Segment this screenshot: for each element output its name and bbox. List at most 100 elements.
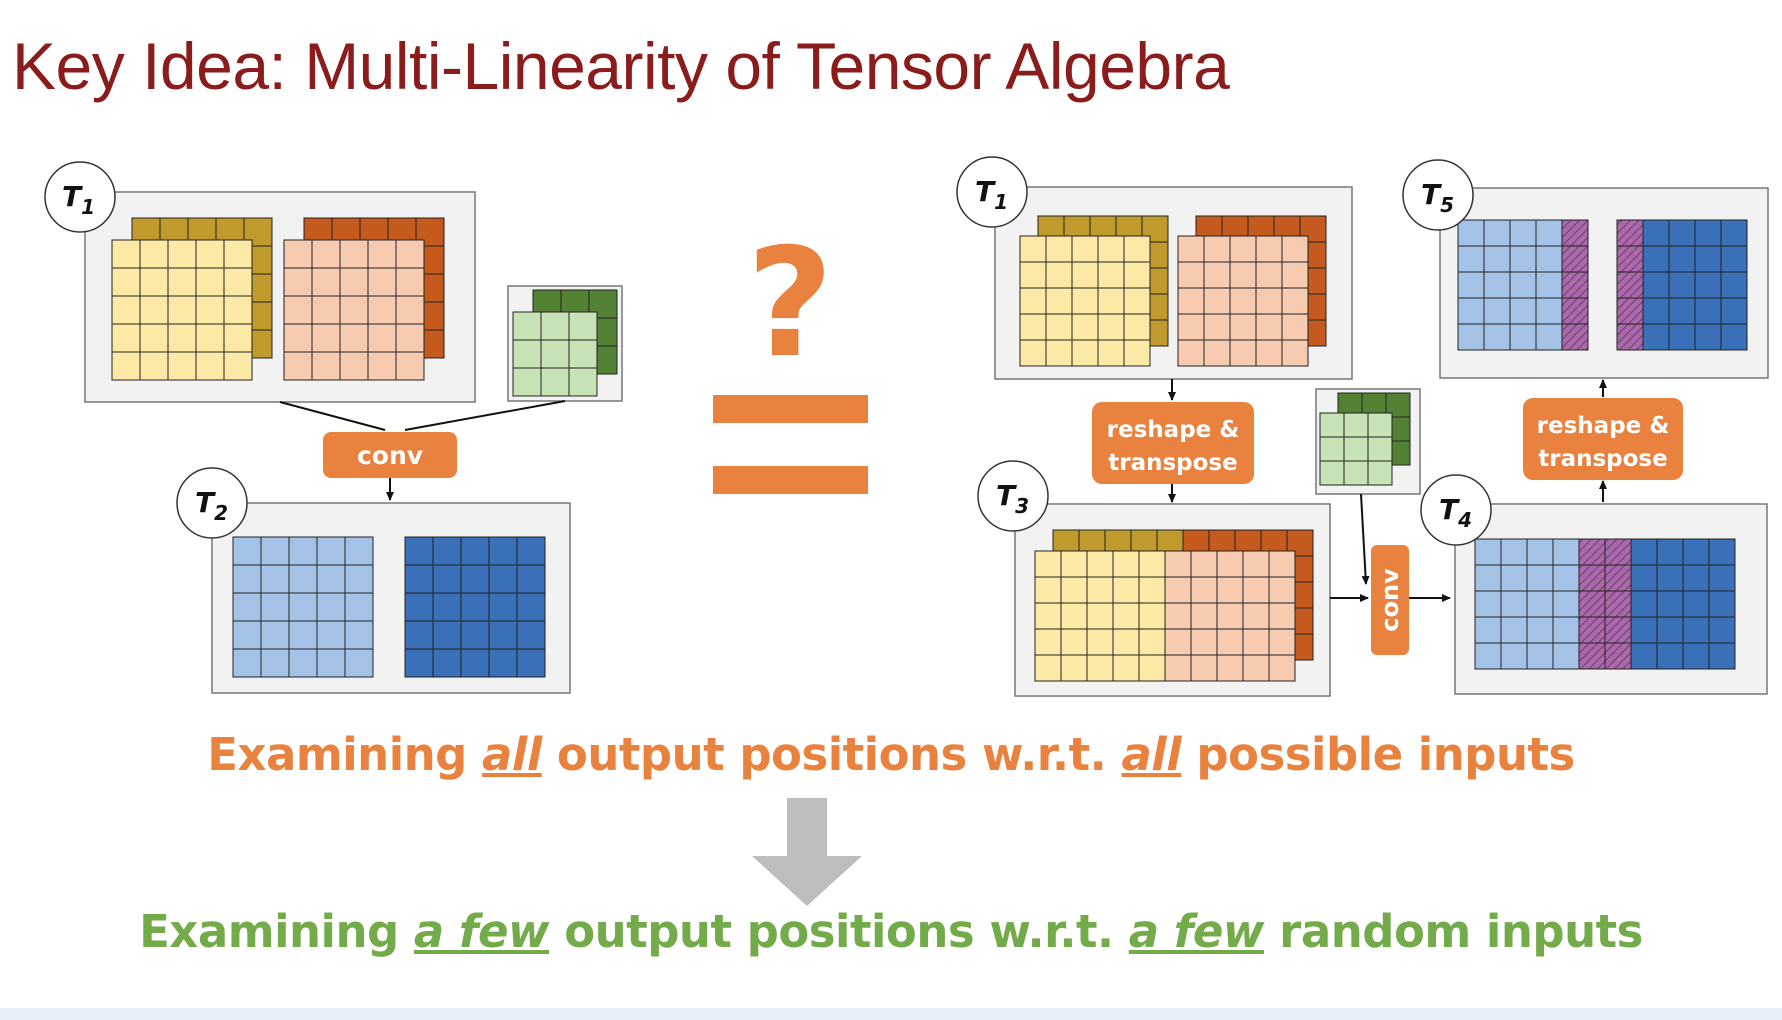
left-t2-lb-cell [232,620,262,650]
right-t4-cell [1708,538,1736,566]
left-t2-lb-cell [344,648,374,678]
right-yellow-front-cell [1123,287,1151,315]
left-yellow-front-cell [167,267,197,297]
right-t4-cell [1604,564,1632,592]
right-t4-cell [1682,616,1710,644]
left-yellow-front-cell [111,323,141,353]
right-t3-merged-tensor [1034,529,1314,682]
right-t4-cell [1500,642,1528,670]
right-t5-left-cell [1457,323,1485,351]
left-arrow-kernel-conv [404,400,566,431]
right-t4-cell [1604,642,1632,670]
right-t4-cell [1682,564,1710,592]
right-peach-front-cell [1177,313,1205,341]
right-yellow-front-cell [1123,339,1151,367]
right-yellow-front-cell [1045,339,1073,367]
left-t2-db-cell [516,592,546,622]
right-t5-left-cell [1561,323,1589,351]
right-t4-cell [1630,538,1658,566]
right-yellow-front-cell [1123,235,1151,263]
right-yellow-front-cell [1097,313,1125,341]
right-t3-front-cell [1086,550,1114,578]
right-t4-cell [1630,590,1658,618]
right-t4-cell [1708,564,1736,592]
right-yellow-front-cell [1123,313,1151,341]
right-yellow-front-cell [1097,339,1125,367]
right-t5-right-cell [1642,219,1670,247]
right-t3-front-cell [1216,628,1244,656]
right-t3-front-cell [1138,602,1166,630]
right-t3-front-cell [1190,550,1218,578]
left-peach-front-cell [395,323,425,353]
diagram: T1 conv T2 ? T1 reshape & transpose T3 c… [44,156,1769,906]
right-t4-cell [1604,616,1632,644]
left-t2-db-cell [516,648,546,678]
right-t4-cell [1474,616,1502,644]
right-t3-front-cell [1242,654,1270,682]
right-t3-front-cell [1216,654,1244,682]
right-t3-front-cell [1060,602,1088,630]
left-t2-lb-cell [232,564,262,594]
right-t3-front-cell [1268,654,1296,682]
left-t2-lb-cell [288,564,318,594]
right-t5-right-cell [1616,219,1644,247]
right-t3-front-cell [1086,628,1114,656]
left-t2-db-cell [432,648,462,678]
left-yellow-front-cell [195,323,225,353]
left-yellow-front-cell [111,295,141,325]
right-t5-right-cell [1642,323,1670,351]
left-t2-db-cell [488,620,518,650]
right-t4-cell [1656,538,1684,566]
big-down-arrow [752,798,862,906]
left-yellow-front-cell [223,267,253,297]
right-peach-front-cell [1229,287,1257,315]
right-t4-cell [1526,642,1554,670]
left-yellow-front-cell [223,239,253,269]
left-t2-db-cell [404,592,434,622]
left-kernel-front-cell [568,311,598,341]
left-yellow-front-cell [223,351,253,381]
left-t2-db-cell [488,564,518,594]
left-peach-front-cell [339,267,369,297]
right-t5-left-cell [1535,271,1563,299]
right-peach-front-cell [1229,261,1257,289]
left-yellow-front-cell [195,267,225,297]
left-yellow-front-cell [167,323,197,353]
right-t5-left-cell [1561,219,1589,247]
right-t4-cell [1656,564,1684,592]
claim-line-few: Examining a few output positions w.r.t. … [139,905,1643,958]
right-peach-front-cell [1229,235,1257,263]
left-t2-db-cell [488,648,518,678]
right-peach-front-cell [1255,235,1283,263]
right-t4-cell [1526,564,1554,592]
right-yellow-front-cell [1097,287,1125,315]
left-t2-db-cell [432,592,462,622]
left-t1-peach-tensor [283,217,445,381]
right-t4-cell [1682,590,1710,618]
right-kernel-front-cell [1367,460,1393,486]
right-yellow-front-cell [1045,287,1073,315]
left-t2-db-cell [516,536,546,566]
right-t5-left-cell [1561,245,1589,273]
left-t2-lb-cell [344,620,374,650]
left-t2-db-cell [404,648,434,678]
right-t3-front-cell [1112,628,1140,656]
right-t4-cell [1578,616,1606,644]
right-t3-front-cell [1242,550,1270,578]
left-arrow-t1-conv [279,401,386,431]
right-t3-front-cell [1034,602,1062,630]
left-peach-front-cell [367,295,397,325]
left-t2-lb-cell [260,648,290,678]
right-t5-left-cell [1535,323,1563,351]
left-t2-lb-cell [260,592,290,622]
svg-text:conv: conv [1376,568,1404,632]
right-peach-front-cell [1177,287,1205,315]
left-peach-front-cell [311,267,341,297]
right-t4-merged-tensor [1474,538,1736,670]
left-t2-db-cell [460,536,490,566]
left-t2-lb-cell [316,564,346,594]
right-t4-cell [1578,590,1606,618]
left-t2-lb-cell [344,536,374,566]
right-t3-front-cell [1060,550,1088,578]
right-kernel-front-cell [1319,460,1345,486]
